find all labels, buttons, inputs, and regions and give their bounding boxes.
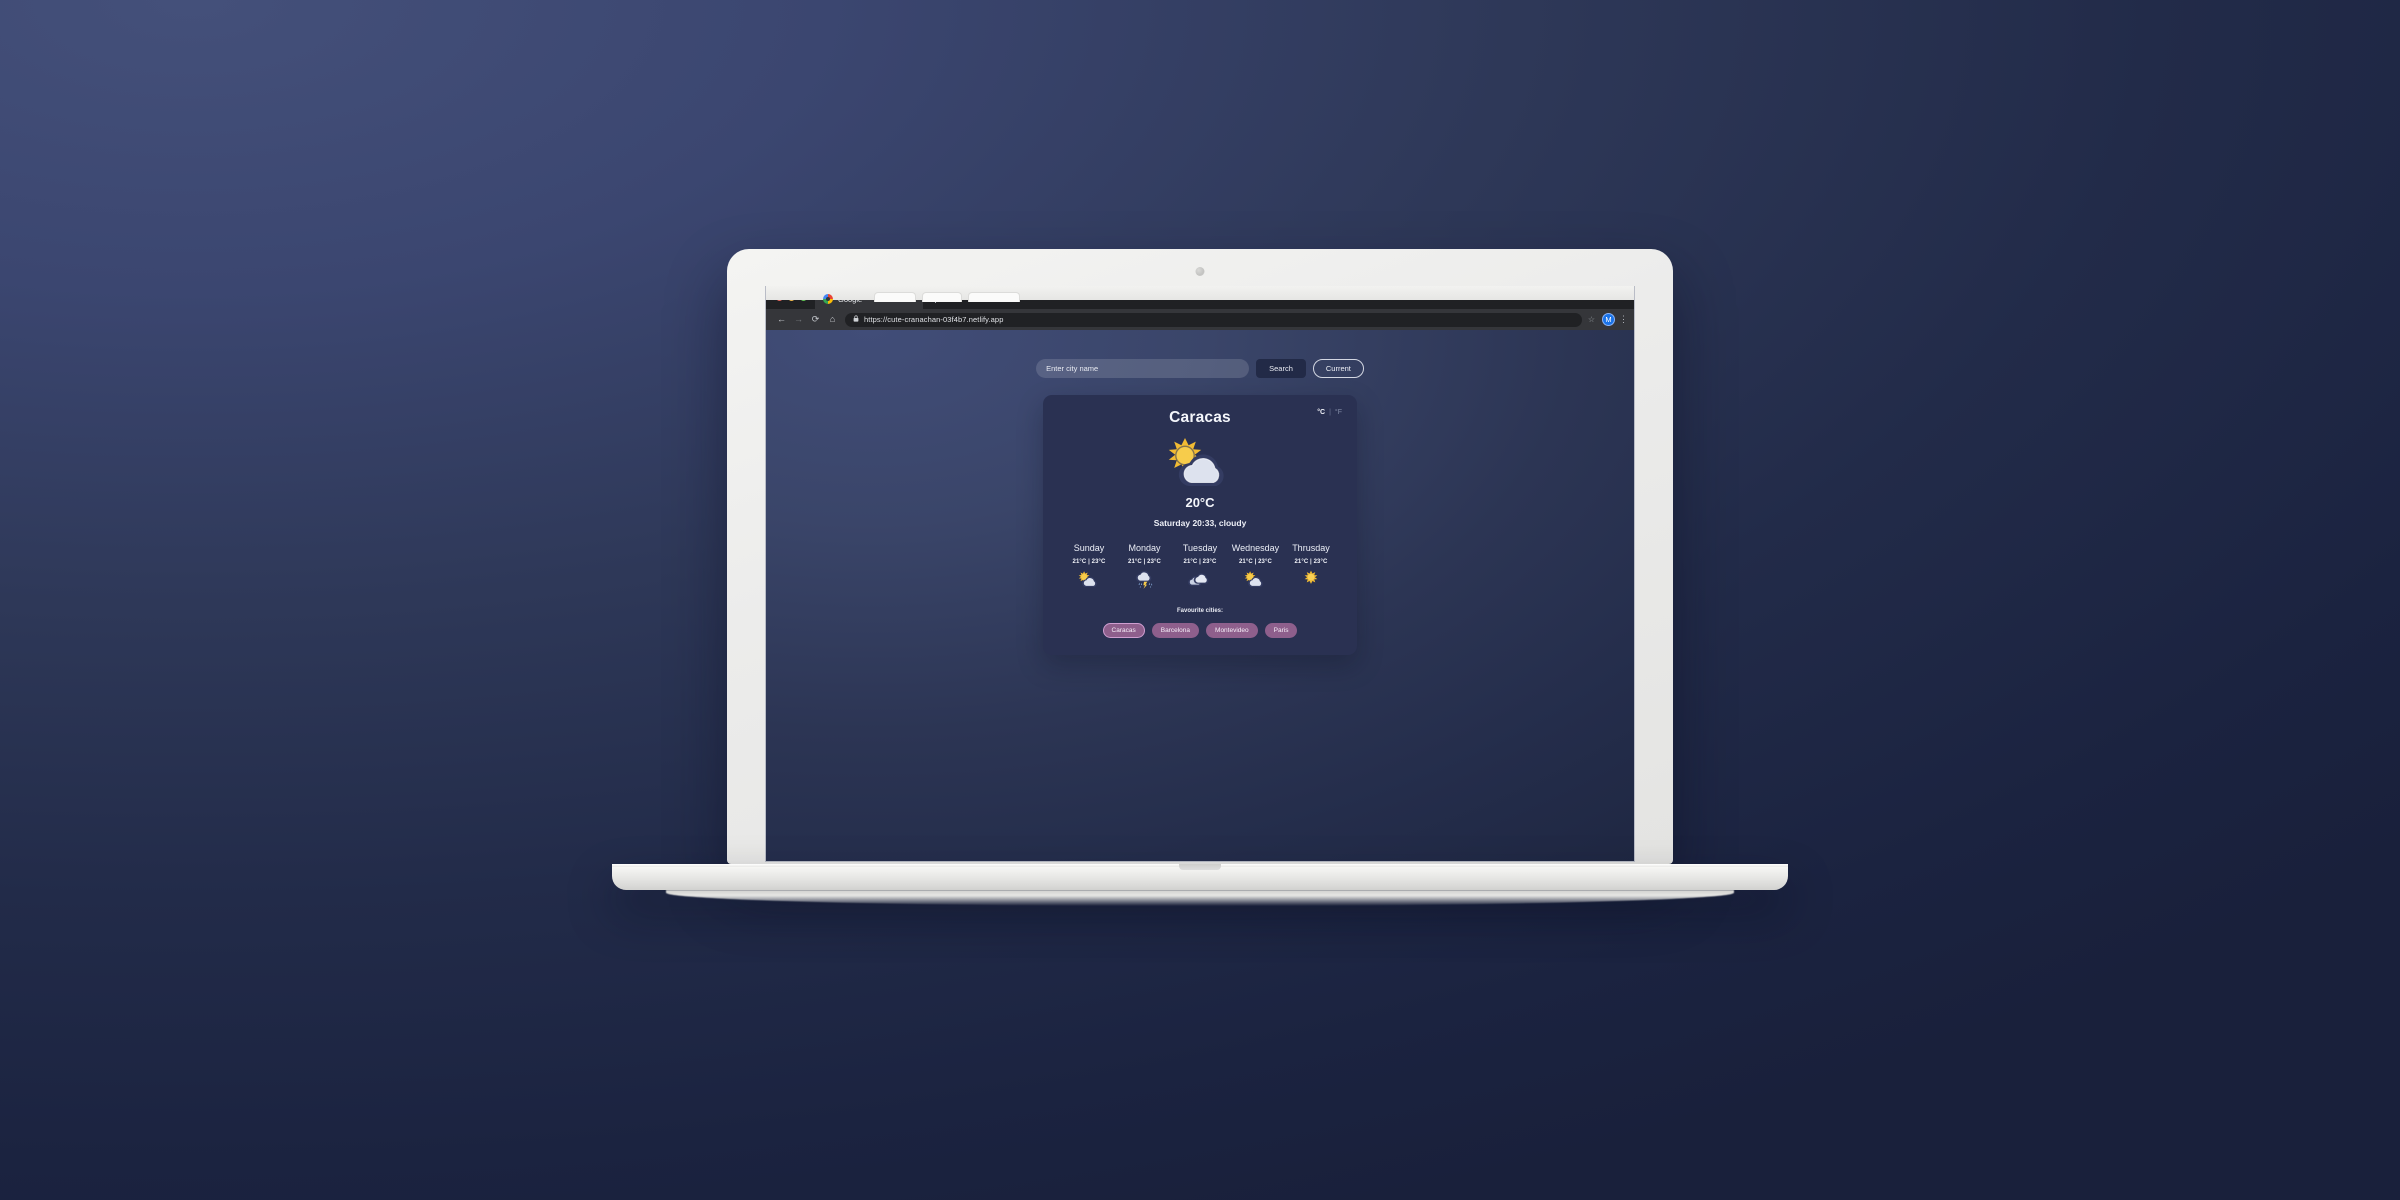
- forecast-day[interactable]: Monday 21°C | 23°C: [1118, 543, 1170, 589]
- unit-separator: |: [1329, 409, 1331, 416]
- celsius-unit-button[interactable]: °C: [1317, 409, 1325, 416]
- forecast-day-name: Tuesday: [1182, 543, 1218, 553]
- partly-cloudy-icon: [1245, 571, 1264, 588]
- laptop-base-foot: [666, 890, 1734, 906]
- webcam-dot: [1195, 267, 1205, 276]
- forecast-day[interactable]: Sunday 21°C | 23°C: [1063, 543, 1115, 589]
- forecast-day-name: Sunday: [1073, 543, 1105, 553]
- partly-cloudy-icon: [1168, 438, 1224, 486]
- forecast-day[interactable]: Thrusday 21°C | 23°C: [1285, 543, 1337, 589]
- home-icon[interactable]: ⌂: [824, 315, 841, 324]
- background-window-strip: [766, 286, 1634, 302]
- search-bar: Search Current: [766, 359, 1634, 378]
- browser-toolbar: ← → ⟳ ⌂ https://cute-cranachan-03f4b7.ne…: [766, 309, 1634, 330]
- forecast-day-temps: 21°C | 23°C: [1239, 559, 1272, 565]
- search-button[interactable]: Search: [1256, 359, 1306, 378]
- favourite-city-chip[interactable]: Paris: [1264, 623, 1298, 638]
- current-temperature: 20°C: [1185, 495, 1215, 510]
- laptop-base: [612, 864, 1788, 906]
- favourite-city-chip[interactable]: Montevideo: [1206, 623, 1258, 638]
- weather-card: °C | °F Caracas 20°C Saturday 20:33, clo…: [1043, 395, 1357, 655]
- laptop-base-notch: [1179, 864, 1221, 870]
- profile-avatar[interactable]: M: [1602, 313, 1615, 326]
- partly-cloudy-icon: [1078, 571, 1097, 588]
- thunderstorm-rain-icon: [1135, 570, 1152, 589]
- address-bar[interactable]: https://cute-cranachan-03f4b7.netlify.ap…: [845, 312, 1582, 327]
- city-search-input[interactable]: [1036, 359, 1250, 378]
- favourite-cities-list: Caracas Barcelona Montevideo Paris: [1059, 623, 1341, 638]
- laptop-screen: Google × + ← → ⟳ ⌂ https://cu: [765, 286, 1635, 862]
- laptop-mockup: Google × + ← → ⟳ ⌂ https://cu: [0, 0, 2400, 1200]
- background-window-tab: [874, 292, 916, 302]
- forecast-day[interactable]: Wednesday 21°C | 23°C: [1229, 543, 1281, 589]
- forward-icon[interactable]: →: [790, 315, 807, 324]
- browser-menu-icon[interactable]: ⋮: [1619, 314, 1628, 323]
- sunny-icon: [1304, 570, 1318, 584]
- forecast-day-temps: 21°C | 23°C: [1294, 559, 1328, 565]
- current-condition: Saturday 20:33, cloudy: [1153, 518, 1247, 528]
- forecast-day-temps: 21°C | 23°C: [1183, 559, 1217, 565]
- google-favicon-icon: [823, 294, 833, 304]
- unit-toggle: °C | °F: [1317, 409, 1342, 416]
- favourite-city-chip[interactable]: Barcelona: [1151, 623, 1200, 638]
- city-name: Caracas: [1169, 409, 1231, 426]
- forecast-day-temps: 21°C | 23°C: [1072, 559, 1106, 565]
- favourites-label: Favourite cities:: [1176, 608, 1223, 614]
- forecast-day-temps: 21°C | 23°C: [1128, 559, 1161, 565]
- cloudy-icon: [1188, 573, 1209, 586]
- url-text: https://cute-cranachan-03f4b7.netlify.ap…: [864, 315, 1004, 324]
- bookmark-star-icon[interactable]: ☆: [1588, 315, 1595, 324]
- favourite-city-chip[interactable]: Caracas: [1102, 623, 1145, 638]
- background-window-tab: [922, 292, 962, 302]
- current-location-button[interactable]: Current: [1312, 359, 1364, 378]
- fahrenheit-unit-button[interactable]: °F: [1335, 409, 1342, 416]
- background-window-tab: [968, 292, 1020, 302]
- weather-app-page: Search Current °C | °F Caracas: [766, 330, 1634, 861]
- forecast-row: Sunday 21°C | 23°C Monday 21°C | 23°C Tu…: [1059, 543, 1341, 589]
- forecast-day-name: Wednesday: [1231, 543, 1280, 553]
- forecast-day-name: Thrusday: [1292, 543, 1330, 553]
- lock-icon: [853, 315, 859, 324]
- back-icon[interactable]: ←: [773, 315, 790, 324]
- forecast-day-name: Monday: [1128, 543, 1161, 553]
- forecast-day[interactable]: Tuesday 21°C | 23°C: [1174, 543, 1226, 589]
- reload-icon[interactable]: ⟳: [807, 315, 824, 324]
